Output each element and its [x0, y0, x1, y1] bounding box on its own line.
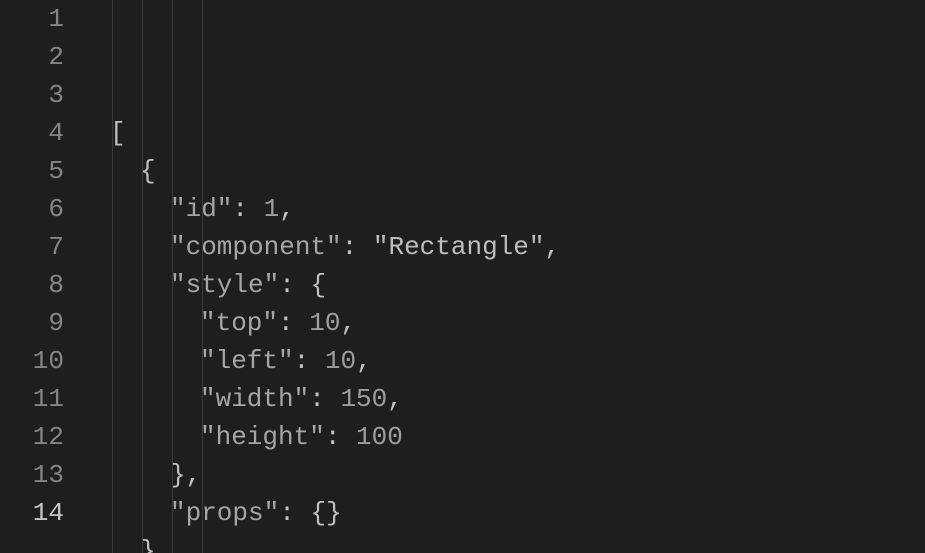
- line-number: 8: [0, 266, 64, 304]
- code-editor[interactable]: 1234567891011121314 [{"id": 1,"component…: [0, 0, 925, 553]
- token-punc: ,: [279, 194, 295, 224]
- token-key: "id": [170, 194, 232, 224]
- token-num: 10: [325, 346, 356, 376]
- line-number: 11: [0, 380, 64, 418]
- token-num: 1: [264, 194, 280, 224]
- token-key: "component": [170, 232, 342, 262]
- line-number: 3: [0, 76, 64, 114]
- token-punc: ,: [186, 460, 202, 490]
- code-line[interactable]: "height": 100: [90, 418, 925, 456]
- token-punc: ,: [340, 308, 356, 338]
- token-punc: ,: [356, 346, 372, 376]
- token-punc: {}: [310, 498, 341, 528]
- token-punc: :: [342, 232, 373, 262]
- line-number: 12: [0, 418, 64, 456]
- code-line[interactable]: [: [90, 114, 925, 152]
- code-line[interactable]: }: [90, 532, 925, 553]
- token-num: 100: [356, 422, 403, 452]
- token-punc: }: [140, 536, 156, 553]
- token-punc: {: [310, 270, 326, 300]
- token-key: "width": [200, 384, 309, 414]
- token-punc: ,: [545, 232, 561, 262]
- token-punc: :: [325, 422, 356, 452]
- token-punc: :: [309, 384, 340, 414]
- line-number: 7: [0, 228, 64, 266]
- token-num: 150: [340, 384, 387, 414]
- token-key: "props": [170, 498, 279, 528]
- line-number-gutter: 1234567891011121314: [0, 0, 90, 553]
- line-number: 6: [0, 190, 64, 228]
- line-number: 13: [0, 456, 64, 494]
- code-line[interactable]: },: [90, 456, 925, 494]
- code-line[interactable]: "props": {}: [90, 494, 925, 532]
- code-line[interactable]: {: [90, 152, 925, 190]
- code-line[interactable]: "style": {: [90, 266, 925, 304]
- code-line[interactable]: "left": 10,: [90, 342, 925, 380]
- token-punc: :: [279, 498, 310, 528]
- token-punc: }: [170, 460, 186, 490]
- line-number: 14: [0, 494, 64, 532]
- line-number: 1: [0, 0, 64, 38]
- line-number: 4: [0, 114, 64, 152]
- token-punc: :: [294, 346, 325, 376]
- token-punc: [: [110, 118, 126, 148]
- token-punc: :: [278, 308, 309, 338]
- token-str: "Rectangle": [373, 232, 545, 262]
- token-punc: :: [232, 194, 263, 224]
- line-number: 5: [0, 152, 64, 190]
- line-number: 10: [0, 342, 64, 380]
- code-line[interactable]: "id": 1,: [90, 190, 925, 228]
- token-punc: {: [140, 156, 156, 186]
- code-line[interactable]: "top": 10,: [90, 304, 925, 342]
- line-number: 2: [0, 38, 64, 76]
- code-line[interactable]: "width": 150,: [90, 380, 925, 418]
- line-number: 9: [0, 304, 64, 342]
- token-key: "height": [200, 422, 325, 452]
- token-punc: ,: [387, 384, 403, 414]
- token-key: "style": [170, 270, 279, 300]
- token-punc: :: [279, 270, 310, 300]
- token-key: "left": [200, 346, 294, 376]
- token-key: "top": [200, 308, 278, 338]
- token-num: 10: [309, 308, 340, 338]
- code-area[interactable]: [{"id": 1,"component": "Rectangle","styl…: [90, 0, 925, 553]
- code-line[interactable]: "component": "Rectangle",: [90, 228, 925, 266]
